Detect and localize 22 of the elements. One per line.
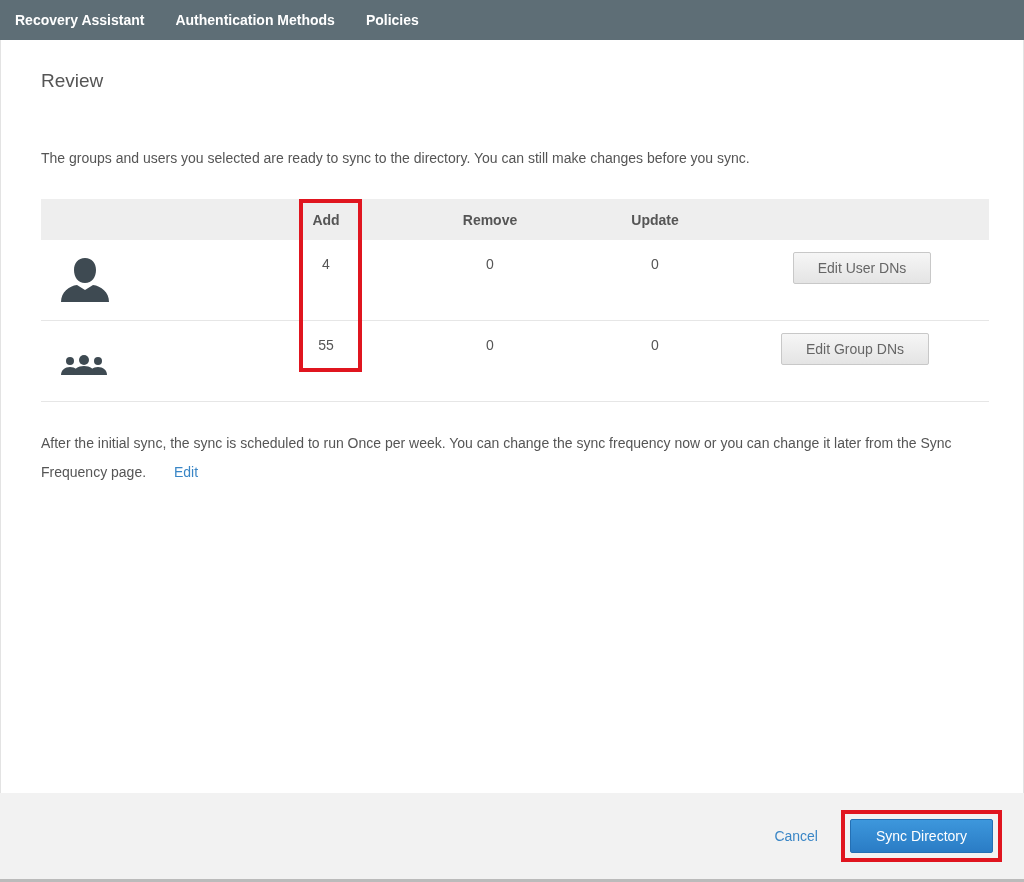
cancel-link[interactable]: Cancel bbox=[774, 828, 818, 844]
edit-link[interactable]: Edit bbox=[173, 464, 199, 480]
user-icon bbox=[61, 258, 109, 302]
table-cell-text: 4 bbox=[321, 255, 331, 274]
column-header: Add bbox=[311, 211, 341, 228]
nav-link[interactable]: Recovery Assistant bbox=[15, 12, 145, 28]
column-header: Update bbox=[630, 211, 680, 228]
edit-button[interactable]: Edit Group DNs bbox=[780, 333, 929, 365]
table-cell-text: 55 bbox=[317, 336, 335, 355]
nav-link[interactable]: Authentication Methods bbox=[175, 12, 335, 28]
group-icon bbox=[61, 355, 107, 375]
table-cell-text: 0 bbox=[650, 336, 660, 355]
table-cell-text: 0 bbox=[485, 336, 495, 355]
table-cell-text: 0 bbox=[485, 255, 495, 274]
sync-directory-button[interactable]: Sync Directory bbox=[849, 819, 993, 853]
page-title: Review bbox=[41, 70, 105, 92]
table-cell-text: 0 bbox=[650, 255, 660, 274]
schedule-text: After the initial sync, the sync is scheduled to run Once per week. You can change the sync frequency now or you can change it later from the Sync Frequency page. Edit bbox=[41, 434, 953, 482]
nav-link[interactable]: Policies bbox=[365, 12, 419, 28]
intro-text: The groups and users you selected are ready to sync to the directory. You can still make changes before you sync. bbox=[41, 150, 751, 166]
column-header: Remove bbox=[461, 211, 519, 228]
edit-button[interactable]: Edit User DNs bbox=[792, 252, 932, 284]
